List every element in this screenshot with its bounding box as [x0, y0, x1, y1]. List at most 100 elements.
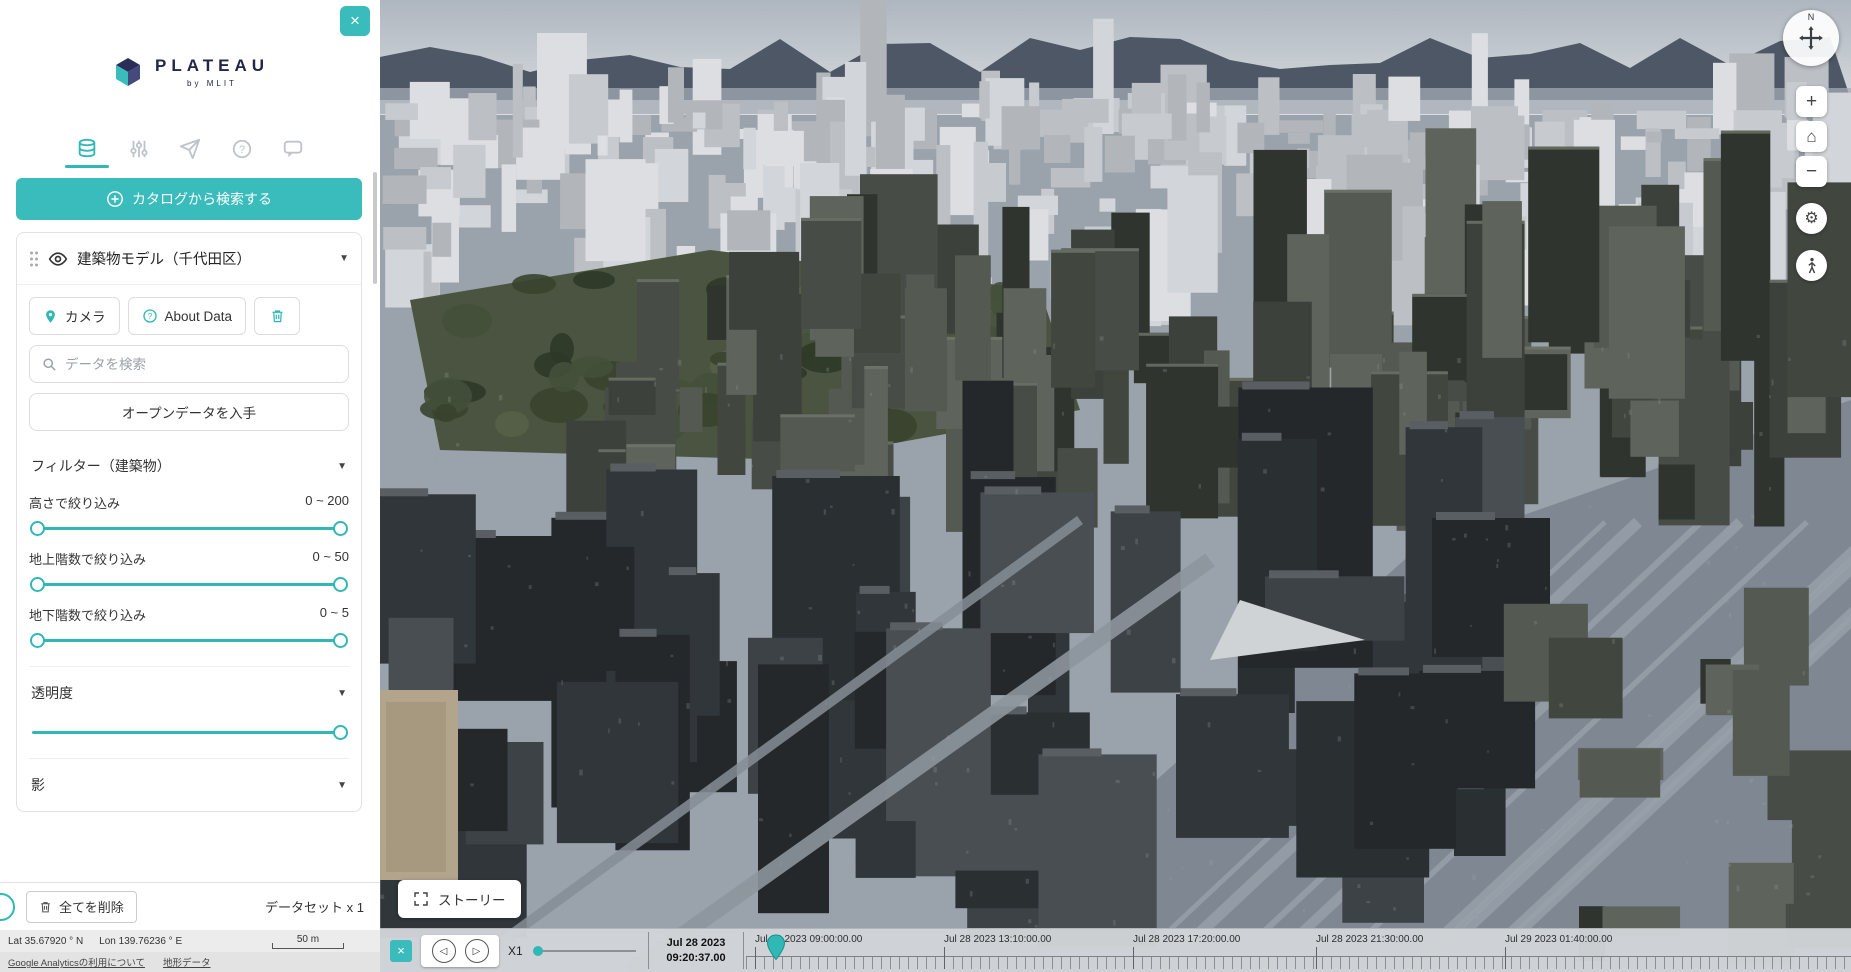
step-back-button[interactable]: ◁ [432, 939, 456, 963]
data-search-box [29, 345, 349, 383]
dataset-title: 建築物モデル（千代田区） [77, 248, 330, 269]
home-view-button[interactable]: ⌂ [1796, 121, 1827, 152]
delete-all-button[interactable]: 全てを削除 [26, 891, 137, 923]
search-icon [42, 357, 57, 372]
filter-section-title: フィルター（建築物） [31, 456, 171, 476]
scrollbar-thumb[interactable] [373, 172, 377, 284]
svg-text:?: ? [147, 312, 152, 321]
plateau-view-app: × PLATEAU by MLIT [0, 0, 1851, 972]
shadow-section-title: 影 [31, 775, 45, 795]
trash-icon [39, 900, 52, 914]
logo-title: PLATEAU [155, 56, 269, 76]
sliders-icon [128, 138, 150, 160]
drag-handle-icon[interactable] [29, 251, 39, 267]
info-question-icon: ? [142, 308, 158, 324]
timeline-ruler[interactable]: Jul 28 2023 09:00:00.00 Jul 28 2023 13:1… [746, 929, 1851, 972]
slider-knob-min[interactable] [30, 577, 45, 592]
plateau-logo: PLATEAU by MLIT [0, 0, 380, 110]
tick-label: Jul 28 2023 13:10:00.00 [944, 934, 1051, 945]
terrain-data-link[interactable]: 地形データ [163, 955, 211, 969]
timeline-bar: × ◁ ▷ X1 Jul 28 2023 09:20:37.00 Jul 28 … [380, 928, 1851, 972]
plus-circle-icon [106, 190, 124, 208]
pan-move-icon [1798, 25, 1824, 51]
layers-icon [76, 138, 98, 160]
timeline-close-button[interactable]: × [390, 940, 412, 962]
settings-gear-button[interactable]: ⚙ [1796, 203, 1827, 234]
visibility-eye-icon[interactable] [48, 249, 68, 269]
about-data-label: About Data [165, 309, 233, 324]
current-datetime: Jul 28 2023 09:20:37.00 [648, 932, 744, 969]
sidebar-tabs: ? [0, 110, 380, 168]
tab-tools[interactable] [124, 130, 154, 168]
pedestrian-icon [1804, 257, 1820, 275]
filter-section-header[interactable]: フィルター（建築物） ▼ [29, 445, 349, 480]
longitude-readout: Lon 139.76236 ° E [99, 936, 182, 947]
plateau-cube-icon [111, 55, 145, 89]
sidebar-close-button[interactable]: × [340, 6, 370, 36]
speed-label: X1 [508, 929, 523, 972]
paper-plane-icon [179, 138, 201, 160]
sidebar: × PLATEAU by MLIT [0, 0, 380, 972]
play-button[interactable]: ▷ [465, 939, 489, 963]
basement-filter-label: 地下階数で絞り込み [29, 605, 146, 624]
chat-icon [282, 138, 304, 160]
tick-label: Jul 28 2023 21:30:00.00 [1316, 934, 1423, 945]
city-3d-scene[interactable] [380, 0, 1851, 972]
shadow-section-header[interactable]: 影 ▼ [29, 758, 349, 799]
dataset-card-body: カメラ ? About Data [17, 285, 361, 811]
basement-filter-slider[interactable] [32, 633, 346, 648]
zoom-in-button[interactable]: + [1796, 86, 1827, 117]
story-button[interactable]: ストーリー [398, 880, 521, 918]
opacity-section-header[interactable]: 透明度 ▼ [29, 666, 349, 707]
compass-control[interactable]: N [1783, 10, 1839, 66]
dataset-count: データセット x 1 [265, 897, 364, 916]
tab-feedback[interactable] [278, 130, 308, 168]
search-catalog-button[interactable]: カタログから検索する [16, 178, 362, 220]
tick-label: Jul 28 2023 17:20:00.00 [1133, 934, 1240, 945]
slider-knob-min[interactable] [30, 521, 45, 536]
tick-label: Jul 29 2023 01:40:00.00 [1505, 934, 1612, 945]
about-data-button[interactable]: ? About Data [128, 297, 247, 335]
slider-knob-max[interactable] [333, 577, 348, 592]
camera-button-label: カメラ [65, 306, 106, 326]
tab-share[interactable] [175, 130, 205, 168]
open-data-button[interactable]: オープンデータを入手 [29, 393, 349, 431]
latitude-readout: Lat 35.67920 ° N [8, 936, 83, 947]
collapse-sidebar-button[interactable] [0, 893, 15, 921]
height-filter-label: 高さで絞り込み [29, 493, 120, 512]
slider-knob-max[interactable] [333, 521, 348, 536]
floors-filter-range: 0 ~ 50 [312, 549, 349, 568]
sidebar-scroll-area: カタログから検索する 建築物モデル（千代田区） ▼ [0, 168, 380, 882]
chevron-down-icon: ▼ [337, 688, 347, 699]
floors-filter-slider[interactable] [32, 577, 346, 592]
compass-north-label: N [1808, 12, 1815, 22]
delete-all-label: 全てを削除 [59, 897, 124, 916]
speed-slider[interactable] [536, 950, 636, 952]
time-cursor-pin[interactable] [766, 934, 786, 961]
slider-knob-max[interactable] [333, 633, 348, 648]
tick-strip [746, 956, 1851, 969]
height-filter-range: 0 ~ 200 [305, 493, 349, 512]
tab-datasets[interactable] [72, 130, 102, 168]
remove-dataset-button[interactable] [254, 297, 300, 335]
current-time: 09:20:37.00 [666, 951, 725, 965]
svg-text:?: ? [238, 144, 244, 156]
coordinates-statusbar: Lat 35.67920 ° N Lon 139.76236 ° E 50 m [0, 930, 380, 952]
chevron-down-icon: ▼ [337, 780, 347, 791]
camera-button[interactable]: カメラ [29, 297, 120, 335]
map-viewport[interactable]: N + ⌂ − ⚙ ストーリー × [380, 0, 1851, 972]
dataset-card-header[interactable]: 建築物モデル（千代田区） ▼ [17, 233, 361, 285]
opacity-slider[interactable] [32, 725, 346, 740]
playback-controls: ◁ ▷ [421, 935, 499, 967]
data-search-input[interactable] [65, 357, 336, 372]
speed-slider-knob[interactable] [533, 946, 543, 956]
pedestrian-view-button[interactable] [1796, 250, 1827, 281]
tab-help[interactable]: ? [227, 130, 257, 168]
dataset-collapse-button[interactable]: ▼ [339, 253, 349, 264]
slider-knob-min[interactable] [30, 633, 45, 648]
analytics-link[interactable]: Google Analyticsの利用について [8, 955, 145, 969]
slider-knob[interactable] [333, 725, 348, 740]
height-filter-slider[interactable] [32, 521, 346, 536]
chevron-down-icon: ▼ [337, 461, 347, 472]
zoom-out-button[interactable]: − [1796, 156, 1827, 187]
